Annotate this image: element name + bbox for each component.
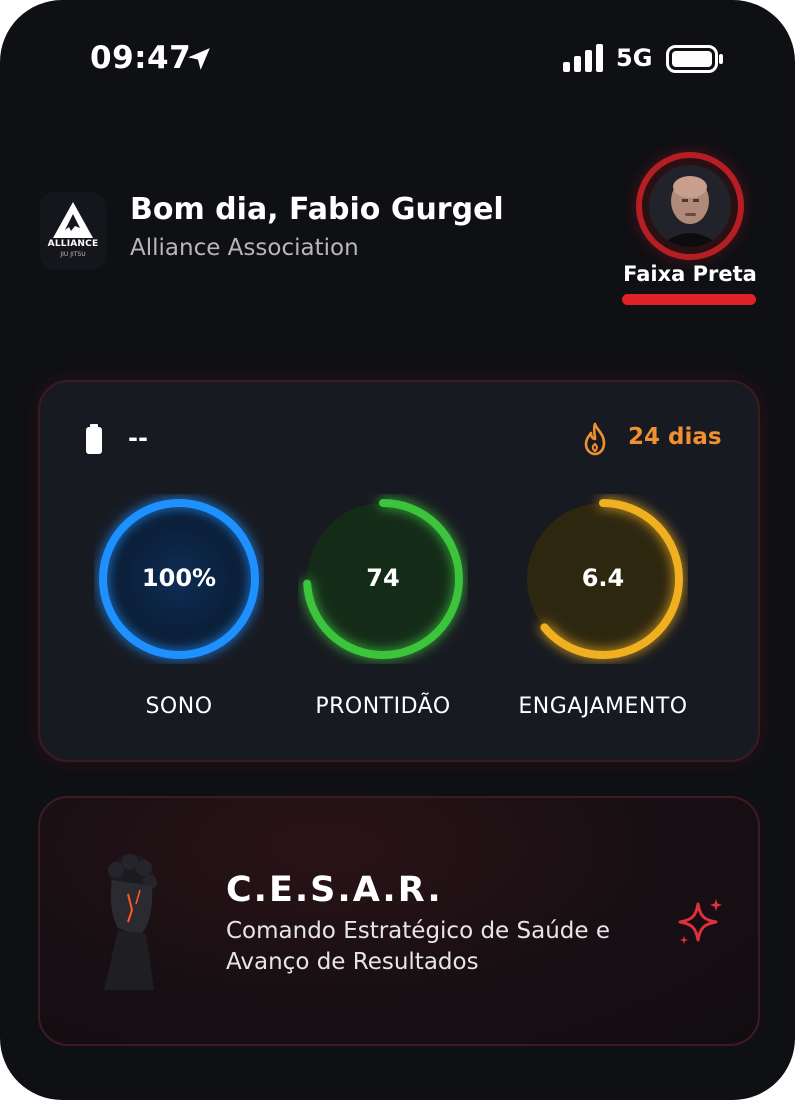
bust-image (104, 854, 157, 990)
battery-icon (666, 45, 723, 73)
signal-icon (563, 44, 603, 72)
sono-gauge[interactable]: 100% (94, 494, 264, 664)
engajamento-label: ENGAJAMENTO (518, 694, 688, 719)
sono-label: SONO (145, 694, 213, 719)
belt-indicator (622, 294, 756, 305)
phone-screen: 09:47 5G ALLIANCE JIU JITSU Bom dia, Fab… (0, 0, 795, 1100)
network-type: 5G (616, 44, 653, 72)
metrics-card[interactable]: -- 24 dias 100% SONO 74 PRONTIDÃO 6.4 EN… (38, 380, 760, 762)
cesar-card[interactable]: C.E.S.A.R. Comando Estratégico de Saúde … (38, 796, 760, 1046)
profile-avatar[interactable] (636, 152, 744, 260)
prontidao-value: 74 (366, 564, 400, 592)
battery-value: -- (128, 424, 148, 452)
avatar-photo (649, 165, 731, 247)
battery-level-icon (86, 424, 102, 454)
greeting: Bom dia, Fabio Gurgel (130, 192, 504, 227)
logo-subtext: JIU JITSU (60, 251, 86, 258)
sono-value: 100% (141, 564, 217, 592)
engajamento-value: 6.4 (581, 564, 625, 592)
logo-text: ALLIANCE (47, 239, 99, 249)
cesar-title: C.E.S.A.R. (226, 870, 443, 910)
streak-counter: 24 dias (628, 424, 722, 450)
belt-label: Faixa Preta (623, 262, 757, 286)
prontidao-label: PRONTIDÃO (315, 694, 451, 719)
alliance-logo-icon (53, 202, 93, 238)
engajamento-gauge[interactable]: 6.4 (518, 494, 688, 664)
cesar-description: Comando Estratégico de Saúde e Avanço de… (226, 918, 611, 975)
flame-icon (584, 422, 606, 456)
status-time: 09:47 (90, 40, 192, 76)
sparkle-icon[interactable] (676, 896, 726, 946)
organization-name: Alliance Association (130, 235, 359, 261)
prontidao-gauge[interactable]: 74 (298, 494, 468, 664)
alliance-logo: ALLIANCE JIU JITSU (40, 192, 106, 270)
location-arrow-icon (188, 48, 210, 70)
